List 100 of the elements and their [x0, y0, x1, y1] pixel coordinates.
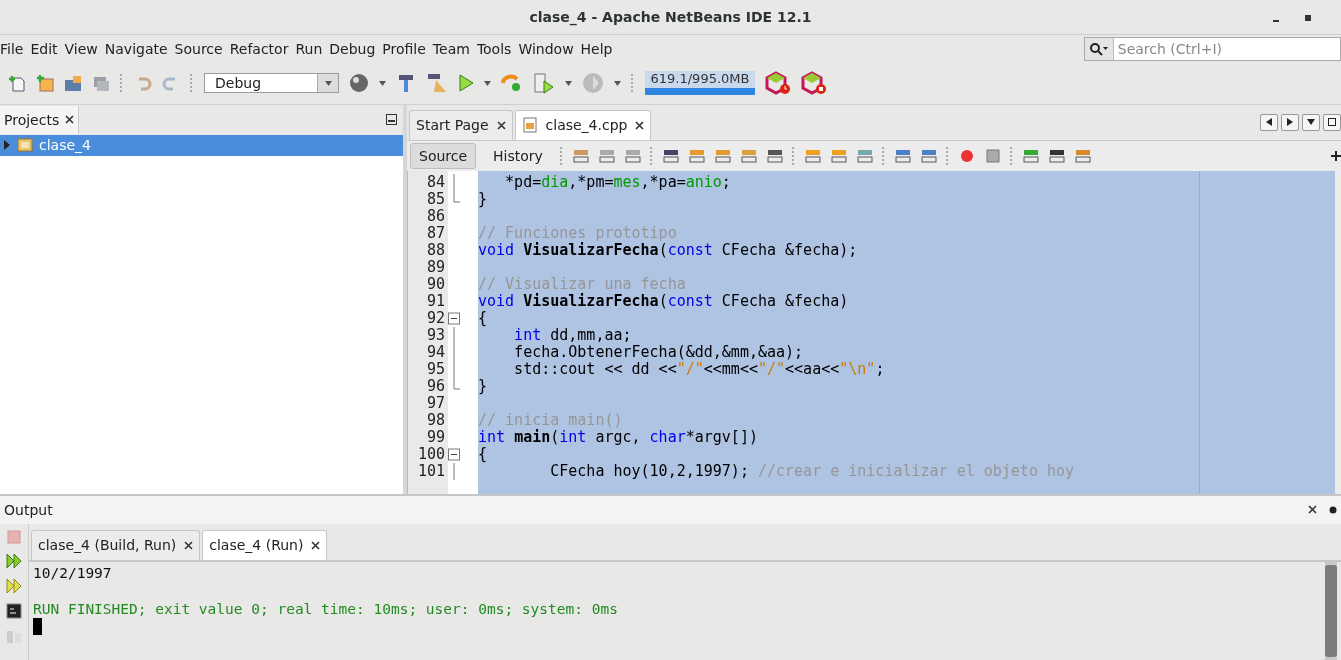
configuration-dropdown[interactable]: Debug	[204, 73, 339, 94]
debug-icon[interactable]	[533, 72, 555, 95]
code-line: }	[478, 189, 488, 208]
profiler-clock-icon[interactable]	[765, 71, 791, 96]
close-icon[interactable]	[65, 115, 75, 125]
line-number: 85	[425, 190, 446, 208]
project-name: clase_4	[39, 137, 91, 154]
right-arrow-icon[interactable]	[1287, 118, 1293, 127]
menu-item[interactable]: Refactor	[229, 40, 291, 57]
code-line: // inicia main()	[478, 410, 623, 429]
menu-item[interactable]: File	[0, 40, 26, 57]
menu-item[interactable]: Source	[174, 40, 225, 57]
memory-meter[interactable]: 619.1/995.0MB	[645, 71, 755, 96]
projects-tab[interactable]: Projects	[0, 105, 80, 134]
output-tab[interactable]: clase_4 (Run)	[202, 529, 328, 560]
code-line: fecha.ObtenerFecha(&dd,&mm,&aa);	[513, 342, 804, 361]
code-line: int dd,mm,aa;	[513, 325, 632, 344]
hammer-icon[interactable]	[396, 73, 416, 94]
menu-item[interactable]: View	[64, 40, 100, 57]
output-tab[interactable]: clase_4 (Build, Run)	[31, 529, 201, 560]
rerun-options-icon[interactable]	[6, 577, 22, 594]
close-icon[interactable]	[635, 120, 645, 130]
code-line: {	[478, 308, 488, 327]
collapse-icon[interactable]	[448, 445, 460, 463]
line-number: 89	[425, 258, 446, 276]
output-line: RUN FINISHED; exit value 0; real time: 10ms; user: 0ms; system: 0ms	[33, 599, 619, 618]
close-icon[interactable]	[184, 540, 194, 550]
menu-item[interactable]: Help	[580, 40, 615, 57]
editor-tab[interactable]: Start Page	[409, 109, 513, 140]
line-number: 97	[425, 394, 446, 412]
window-title: clase_4 - Apache NetBeans IDE 12.1	[529, 8, 812, 25]
scrollbar-thumb[interactable]	[1325, 564, 1337, 657]
code-line: // Funciones prototipo	[478, 223, 677, 242]
line-number: 99	[425, 428, 446, 446]
line-number: 94	[425, 343, 446, 361]
scroll-left-button[interactable]	[1260, 113, 1278, 131]
left-arrow-icon[interactable]	[1266, 118, 1272, 127]
close-icon[interactable]	[311, 540, 321, 550]
menu-item[interactable]: Profile	[382, 40, 428, 57]
code-line: std::cout << dd <<"/"<<mm<<"/"<<aa<<"\n";	[513, 359, 885, 378]
maximize-button[interactable]	[1323, 113, 1341, 131]
line-number: 101	[416, 462, 446, 480]
code-line: int main(int argc, char*argv[])	[478, 427, 758, 446]
close-icon[interactable]	[496, 120, 506, 130]
caret-icon[interactable]	[379, 80, 386, 86]
line-number: 93	[425, 326, 446, 344]
maximize-icon[interactable]	[1328, 118, 1336, 127]
profiler-stop-icon[interactable]	[801, 71, 827, 96]
caret-icon[interactable]	[1307, 119, 1315, 126]
scroll-right-button[interactable]	[1281, 113, 1299, 131]
caret-icon[interactable]	[484, 80, 491, 86]
line-number: 87	[425, 224, 446, 242]
output-line: 10/2/1997	[33, 563, 113, 582]
menu-item[interactable]: Debug	[329, 40, 378, 57]
close-icon[interactable]	[1308, 505, 1317, 514]
minimize-icon[interactable]	[386, 114, 397, 126]
line-number: 98	[425, 411, 446, 429]
code-line: *pd=dia,*pm=mes,*pa=anio;	[504, 172, 731, 191]
maximize-icon[interactable]	[1303, 12, 1313, 23]
new-file-icon[interactable]	[8, 74, 26, 93]
view-tab[interactable]: History	[484, 142, 552, 169]
menu-item[interactable]: Run	[295, 40, 325, 57]
code-line: }	[478, 376, 488, 395]
menu-item[interactable]: Window	[518, 40, 576, 57]
view-tab[interactable]: Source	[410, 142, 477, 169]
line-number: 90	[425, 275, 446, 293]
line-number: 100	[416, 445, 446, 463]
caret-icon[interactable]	[614, 80, 621, 86]
expand-icon[interactable]	[3, 140, 11, 151]
line-number: 92	[425, 309, 446, 327]
code-line: void VisualizarFecha(const CFecha &fecha)	[478, 291, 849, 310]
caret-icon[interactable]	[565, 80, 572, 86]
search-icon[interactable]	[1088, 41, 1109, 56]
dot-icon[interactable]	[1329, 505, 1337, 514]
terminal-icon[interactable]	[6, 602, 22, 619]
line-number: 91	[425, 292, 446, 310]
code-line: void VisualizarFecha(const CFecha &fecha);	[478, 240, 858, 259]
panel-title: Output	[4, 501, 53, 518]
line-number: 96	[425, 377, 446, 395]
menu-item[interactable]: Navigate	[104, 40, 170, 57]
menu-item[interactable]: Tools	[476, 40, 514, 57]
line-number: 86	[425, 207, 446, 225]
search-box[interactable]: Search (Ctrl+I)	[1084, 36, 1341, 61]
code-line: // Visualizar una fecha	[478, 274, 686, 293]
project-icon[interactable]	[17, 137, 33, 154]
text-cursor	[33, 617, 42, 635]
line-number: 84	[425, 173, 446, 191]
run-icon[interactable]	[458, 74, 474, 93]
line-number: 95	[425, 360, 446, 378]
code-line: {	[478, 444, 488, 463]
line-number: 88	[425, 241, 446, 259]
stop-macro-icon[interactable]	[983, 146, 1002, 165]
menu-item[interactable]: Team	[432, 40, 472, 57]
menu-item[interactable]: Edit	[30, 40, 60, 57]
collapse-icon[interactable]	[448, 309, 460, 327]
code-line: CFecha hoy(10,2,1997); //crear e inicializar el objeto hoy	[549, 461, 1075, 480]
editor-tab[interactable]: clase_4.cpp	[514, 109, 652, 140]
document-list-button[interactable]	[1302, 113, 1320, 131]
open-folder-icon[interactable]	[64, 74, 82, 93]
rerun-icon[interactable]	[6, 552, 22, 569]
